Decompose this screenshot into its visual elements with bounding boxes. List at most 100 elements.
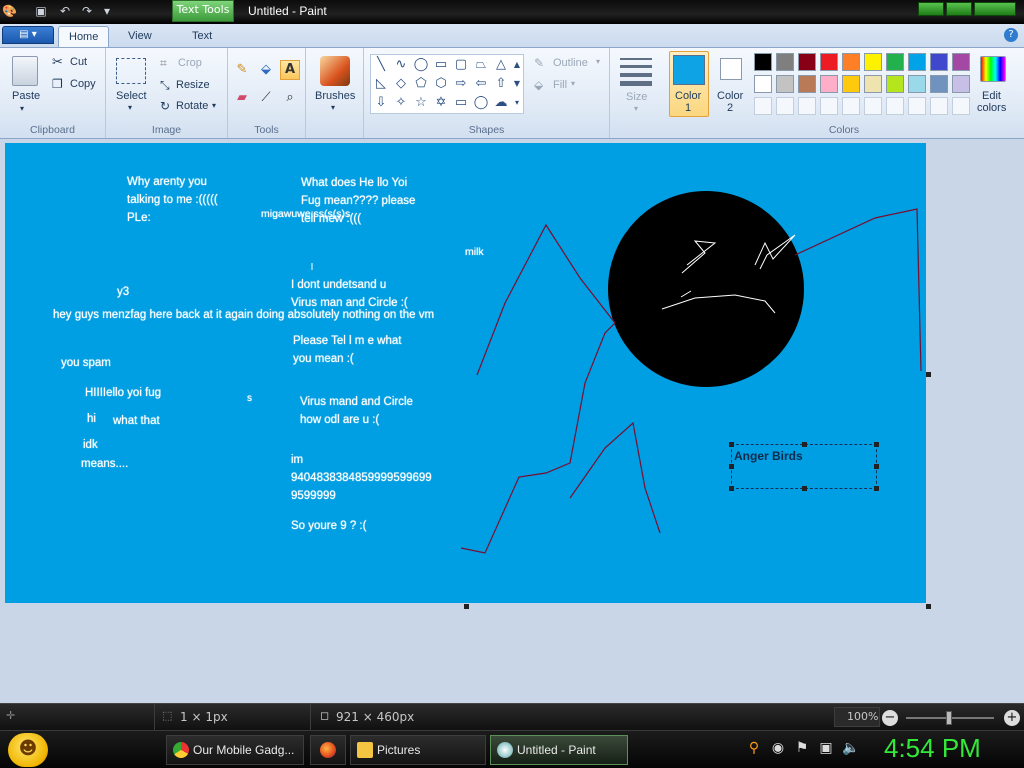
paint-app-icon[interactable]: 🎨 bbox=[2, 4, 17, 18]
resize-handle[interactable] bbox=[729, 442, 734, 447]
taskbar-item-firefox[interactable] bbox=[310, 735, 346, 765]
copy-icon[interactable]: ❐ bbox=[52, 77, 63, 91]
resize-handle[interactable] bbox=[874, 442, 879, 447]
select-dropdown-icon[interactable]: ▾ bbox=[128, 103, 132, 112]
customize-quick-access-icon[interactable]: ▾ bbox=[100, 4, 114, 18]
redo-icon[interactable]: ↷ bbox=[80, 4, 94, 18]
triangle-shape-icon[interactable]: △ bbox=[493, 57, 509, 73]
taskbar-item-browser[interactable]: Our Mobile Gadg... bbox=[166, 735, 304, 765]
drawing-canvas[interactable]: Why arenty you talking to me :((((( PLe:… bbox=[5, 143, 926, 603]
outline-icon[interactable]: ✎ bbox=[534, 56, 544, 70]
edit-colors-icon[interactable] bbox=[980, 56, 1006, 82]
cloud-callout-shape-icon[interactable]: ☁ bbox=[493, 95, 509, 111]
palette-swatch-empty[interactable] bbox=[930, 97, 948, 115]
canvas-resize-handle-bottom[interactable] bbox=[464, 604, 469, 609]
resize-handle[interactable] bbox=[802, 486, 807, 491]
diamond-shape-icon[interactable]: ◇ bbox=[393, 76, 409, 92]
palette-swatch[interactable] bbox=[864, 53, 882, 71]
start-button-smiley-icon[interactable]: ☻ bbox=[8, 733, 48, 767]
brushes-dropdown-icon[interactable]: ▾ bbox=[331, 103, 335, 112]
palette-swatch[interactable] bbox=[886, 53, 904, 71]
palette-swatch-empty[interactable] bbox=[864, 97, 882, 115]
palette-swatch[interactable] bbox=[908, 75, 926, 93]
canvas-resize-handle-corner[interactable] bbox=[926, 604, 931, 609]
display-icon[interactable]: ▣ bbox=[818, 740, 834, 756]
taskbar-item-paint[interactable]: Untitled - Paint bbox=[490, 735, 628, 765]
palette-swatch[interactable] bbox=[776, 75, 794, 93]
oval-shape-icon[interactable]: ◯ bbox=[413, 57, 429, 73]
palette-swatch-empty[interactable] bbox=[886, 97, 904, 115]
palette-swatch[interactable] bbox=[842, 75, 860, 93]
zoom-out-button[interactable]: − bbox=[882, 710, 898, 726]
palette-swatch[interactable] bbox=[754, 75, 772, 93]
palette-swatch[interactable] bbox=[930, 75, 948, 93]
paste-button[interactable]: Paste bbox=[12, 90, 40, 102]
palette-swatch-empty[interactable] bbox=[842, 97, 860, 115]
resize-button[interactable]: Resize bbox=[176, 79, 210, 91]
fill-button[interactable]: Fill bbox=[553, 79, 567, 91]
action-center-flag-icon[interactable]: ⚑ bbox=[794, 740, 810, 756]
text-tool-icon[interactable]: A bbox=[280, 60, 300, 80]
right-triangle-shape-icon[interactable]: ◺ bbox=[373, 76, 389, 92]
shapes-scroll-down-icon[interactable]: ▼ bbox=[511, 76, 523, 92]
palette-swatch[interactable] bbox=[886, 75, 904, 93]
copy-button[interactable]: Copy bbox=[70, 78, 96, 90]
paint-menu-button[interactable]: ▤ ▾ bbox=[2, 26, 54, 44]
brushes-button[interactable]: Brushes bbox=[315, 90, 355, 102]
maximize-button[interactable] bbox=[946, 2, 972, 16]
pencil-icon[interactable]: ✎ bbox=[232, 60, 252, 80]
resize-handle[interactable] bbox=[802, 442, 807, 447]
size-dropdown-icon[interactable]: ▾ bbox=[634, 104, 638, 113]
outline-button[interactable]: Outline bbox=[553, 57, 588, 69]
close-button[interactable] bbox=[974, 2, 1016, 16]
palette-swatch[interactable] bbox=[952, 75, 970, 93]
crop-button[interactable]: Crop bbox=[178, 57, 202, 69]
paste-icon[interactable] bbox=[12, 56, 38, 86]
text-box-content[interactable]: Anger Birds bbox=[734, 449, 803, 463]
resize-handle[interactable] bbox=[874, 464, 879, 469]
select-icon[interactable] bbox=[116, 58, 146, 84]
fill-dropdown-icon[interactable]: ▾ bbox=[571, 79, 575, 88]
palette-swatch-empty[interactable] bbox=[776, 97, 794, 115]
scissors-icon[interactable]: ✂ bbox=[52, 55, 63, 70]
palette-swatch[interactable] bbox=[820, 75, 838, 93]
rotate-dropdown-icon[interactable]: ▾ bbox=[212, 101, 216, 110]
palette-swatch[interactable] bbox=[798, 75, 816, 93]
color2-swatch[interactable] bbox=[720, 58, 742, 80]
rotate-icon[interactable]: ↻ bbox=[160, 99, 170, 113]
resize-handle[interactable] bbox=[874, 486, 879, 491]
canvas-resize-handle-right[interactable] bbox=[926, 372, 931, 377]
fill-icon[interactable]: ⬙ bbox=[534, 78, 543, 92]
volume-icon[interactable]: 🔈 bbox=[842, 740, 859, 756]
taskbar-item-pictures[interactable]: Pictures bbox=[350, 735, 486, 765]
outline-dropdown-icon[interactable]: ▾ bbox=[596, 57, 600, 66]
shapes-expand-icon[interactable]: ▾ bbox=[511, 95, 523, 111]
curve-shape-icon[interactable]: ∿ bbox=[393, 57, 409, 73]
minimize-button[interactable] bbox=[918, 2, 944, 16]
resize-icon[interactable]: ⤡ bbox=[160, 78, 170, 93]
palette-swatch[interactable] bbox=[776, 53, 794, 71]
edit-colors-label-2[interactable]: colors bbox=[977, 102, 1006, 114]
edit-colors-label[interactable]: Edit bbox=[982, 90, 1001, 102]
tab-view[interactable]: View bbox=[118, 26, 162, 48]
line-shape-icon[interactable]: ╲ bbox=[373, 57, 389, 73]
cut-button[interactable]: Cut bbox=[70, 56, 87, 68]
palette-swatch-empty[interactable] bbox=[908, 97, 926, 115]
pentagon-shape-icon[interactable]: ⬠ bbox=[413, 76, 429, 92]
palette-swatch[interactable] bbox=[930, 53, 948, 71]
text-box[interactable]: Anger Birds bbox=[729, 442, 879, 491]
palette-swatch[interactable] bbox=[842, 53, 860, 71]
palette-swatch[interactable] bbox=[820, 53, 838, 71]
polygon-shape-icon[interactable]: ⏢ bbox=[473, 57, 489, 73]
tab-text[interactable]: Text bbox=[182, 26, 222, 48]
resize-handle[interactable] bbox=[729, 486, 734, 491]
palette-swatch[interactable] bbox=[952, 53, 970, 71]
tab-home[interactable]: Home bbox=[58, 26, 110, 48]
four-point-star-shape-icon[interactable]: ✧ bbox=[393, 95, 409, 111]
save-icon[interactable]: ▣ bbox=[34, 4, 48, 18]
five-point-star-shape-icon[interactable]: ☆ bbox=[413, 95, 429, 111]
oval-callout-shape-icon[interactable]: ◯ bbox=[473, 95, 489, 111]
rotate-button[interactable]: Rotate bbox=[176, 100, 208, 112]
magnifier-icon[interactable]: ⌕ bbox=[280, 88, 300, 108]
palette-swatch[interactable] bbox=[864, 75, 882, 93]
